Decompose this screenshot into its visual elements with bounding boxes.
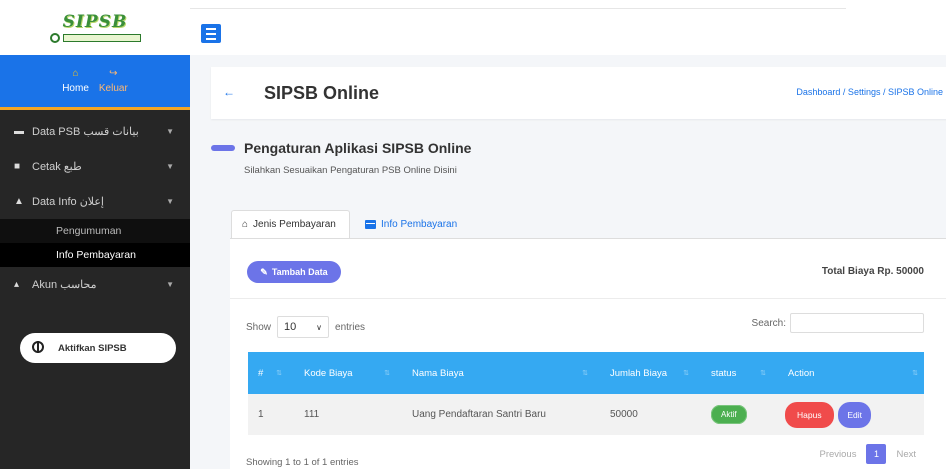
page-title: SIPSB Online [264,83,380,103]
user-panel: ⌂ Home ↪ Keluar [0,55,190,110]
aktifkan-sipsb-button[interactable]: Aktifkan SIPSB [20,333,176,363]
sidebar: SIPSB ⌂ Home ↪ Keluar ▬ Data PSB بيانات … [0,0,190,469]
main-card: ✎ Tambah Data Total Biaya Rp. 50000 Show… [230,238,946,469]
globe-icon [32,341,44,353]
tab-info-pembayaran[interactable]: Info Pembayaran [365,210,457,238]
caret-down-icon: ▼ [166,280,174,289]
page-header: ← SIPSB Online Dashboard / Settings / SI… [211,67,946,119]
tab-jenis-pembayaran[interactable]: ⌂ Jenis Pembayaran [231,210,350,238]
caret-down-icon: ▼ [166,162,174,171]
entries-value: 10 [284,321,297,333]
caret-down-icon: ▼ [166,197,174,206]
sort-icon: ⇅ [760,370,766,377]
divider [230,298,946,299]
cell-status: Aktif [695,405,772,424]
entries-label: entries [335,321,366,333]
home-label: Home [62,82,89,94]
tambah-data-button[interactable]: ✎ Tambah Data [247,261,341,283]
sidebar-item-label: Data PSB بيانات قسب [32,126,139,138]
logo-area: SIPSB [0,0,190,55]
th-kode-biaya[interactable]: Kode Biaya ⇅ [288,352,396,394]
home-link[interactable]: ⌂ Home [62,67,89,94]
home-icon: ⌂ [242,219,249,230]
sort-icon: ⇅ [912,370,918,377]
breadcrumb[interactable]: Dashboard / Settings / SIPSB Online [796,87,943,97]
caret-down-icon: ▼ [166,127,174,136]
sidebar-item-data-info[interactable]: ▲ Data Info إعلان ▼ [0,184,190,219]
cell-jumlah: 50000 [610,409,638,420]
sidebar-item-cetak[interactable]: ■ Cetak طبع ▼ [0,149,190,184]
hamburger-icon [206,27,216,30]
aktifkan-label: Aktifkan SIPSB [58,342,127,354]
chevron-down-icon: ∨ [316,322,323,332]
section-subtitle: Silahkan Sesuaikan Pengaturan PSB Online… [244,165,457,176]
logo-banner [62,34,141,42]
keluar-label: Keluar [98,82,128,94]
sipsb-logo[interactable]: SIPSB [47,8,143,48]
credit-card-icon [365,219,376,229]
th-action[interactable]: Action ⇅ [772,352,924,394]
back-arrow-icon[interactable]: ← [223,85,235,99]
total-biaya: Total Biaya Rp. 50000 [821,266,924,277]
table-info: Showing 1 to 1 of 1 entries [246,457,359,468]
logo-emblem-icon [49,33,60,43]
tab-label: Jenis Pembayaran [253,219,336,230]
data-info-submenu: Pengumuman Info Pembayaran [0,219,190,267]
page-button-1[interactable]: 1 [866,444,887,464]
th-nama-biaya[interactable]: Nama Biaya ⇅ [396,352,594,394]
home-icon: ⌂ [72,67,79,79]
th-status[interactable]: status ⇅ [695,352,772,394]
pagination: Previous 1 Next [819,444,916,464]
previous-button[interactable]: Previous [819,449,856,460]
cell-action: Hapus Edit [772,401,924,428]
cell-number: 1 [258,409,264,420]
table-header: # ⇅ Kode Biaya ⇅ Nama Biaya ⇅ Jumlah Biaya ⇅… [248,352,924,394]
sidebar-item-pengumuman[interactable]: Pengumuman [0,219,190,243]
sidebar-item-info-pembayaran[interactable]: Info Pembayaran [0,243,190,267]
status-badge: Aktif [711,405,747,424]
bell-icon: ▲ [14,196,24,207]
section-title: Pengaturan Aplikasi SIPSB Online [244,140,472,156]
section-accent-pill [211,145,235,151]
hapus-button[interactable]: Hapus [785,401,834,428]
sort-icon: ⇅ [276,370,282,377]
search-box: Search: [752,313,924,333]
tambah-label: Tambah Data [271,267,328,277]
entries-select[interactable]: 10 ∨ [277,316,330,338]
sidebar-item-akun[interactable]: ▴ Akun محاسب ▼ [0,267,190,302]
search-label: Search: [751,317,786,329]
search-input[interactable] [790,313,924,333]
keluar-link[interactable]: ↪ Keluar [98,67,128,94]
data-table: # ⇅ Kode Biaya ⇅ Nama Biaya ⇅ Jumlah Biaya ⇅… [248,352,924,435]
th-number[interactable]: # ⇅ [248,352,288,394]
cell-kode: 111 [304,409,320,420]
top-navbar [190,0,946,55]
tabs: ⌂ Jenis Pembayaran Info Pembayaran [220,200,946,238]
edit-icon: ✎ [260,266,268,277]
sidebar-item-label: Data Info إعلان [32,196,104,208]
sidebar-item-label: Akun محاسب [32,279,97,291]
sort-icon: ⇅ [582,370,588,377]
tab-label: Info Pembayaran [381,218,458,230]
next-button[interactable]: Next [896,449,916,460]
car-icon: ▬ [14,126,24,137]
th-jumlah-biaya[interactable]: Jumlah Biaya ⇅ [594,352,695,394]
sidebar-item-data-psb[interactable]: ▬ Data PSB بيانات قسب ▼ [0,114,190,149]
cell-nama: Uang Pendaftaran Santri Baru [412,409,546,420]
sidebar-menu: ▬ Data PSB بيانات قسب ▼ ■ Cetak طبع ▼ ▲ … [0,110,190,302]
edit-button[interactable]: Edit [838,401,872,428]
sort-icon: ⇅ [683,370,689,377]
user-icon: ▴ [14,279,20,290]
sign-out-icon: ↪ [109,67,118,79]
sort-icon: ⇅ [384,370,390,377]
menu-toggle-button[interactable] [201,24,221,43]
book-icon: ■ [14,161,21,172]
sidebar-item-label: Cetak طبع [32,161,82,173]
show-entries: Show 10 ∨ entries [246,316,365,338]
logo-text: SIPSB [62,12,128,32]
show-label: Show [246,321,272,333]
table-row: 1 111 Uang Pendaftaran Santri Baru 50000… [248,394,924,435]
